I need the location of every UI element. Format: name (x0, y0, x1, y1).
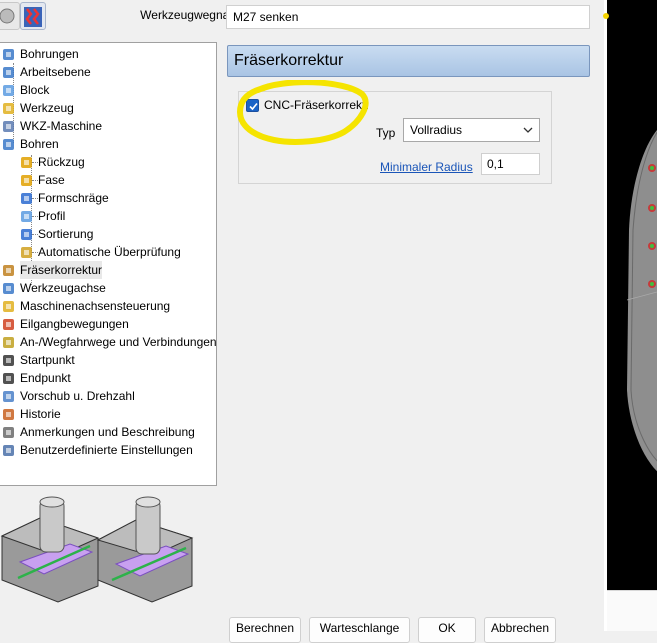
viewport-status-area (607, 590, 657, 631)
type-select[interactable]: Vollradius (403, 118, 540, 142)
rapid-moves-icon (1, 317, 16, 332)
chevron-down-icon (523, 127, 533, 133)
tree-item-label: Fase (38, 173, 65, 187)
tree-item-label: Bohren (20, 137, 59, 151)
tree-item-label: Historie (20, 407, 61, 421)
queue-button[interactable]: Warteschlange (309, 617, 410, 643)
history-icon (1, 407, 16, 422)
tree-item-label: Sortierung (38, 227, 94, 241)
tree-item-label: Arbeitsebene (20, 65, 91, 79)
calculate-button[interactable]: Berechnen (229, 617, 301, 643)
tree-item-label: Werkzeugachse (20, 281, 106, 295)
tree-item-label: An-/Wegfahrwege und Verbindungen (20, 335, 217, 349)
tool-center-illustration (0, 496, 100, 603)
machine-axis-control-icon (1, 299, 16, 314)
section-header: Fräserkorrektur (227, 45, 590, 77)
tree-item-label: WKZ-Maschine (20, 119, 103, 133)
type-select-value: Vollradius (410, 123, 463, 137)
type-label: Typ (376, 126, 396, 140)
origin-marker (603, 13, 609, 19)
edit-toolpath-icon[interactable] (20, 2, 46, 30)
drill-holes-icon (1, 47, 16, 62)
tree-item-label: Formschräge (38, 191, 109, 205)
tree-item-label: Maschinenachsensteuerung (20, 299, 171, 313)
leads-links-icon (1, 335, 16, 350)
tool-machine-icon (1, 119, 16, 134)
graphics-viewport[interactable] (607, 0, 657, 590)
min-radius-input[interactable] (481, 153, 540, 175)
tree-item-label: Startpunkt (20, 353, 75, 367)
tool-axis-icon (1, 281, 16, 296)
highlight-annotation (236, 80, 369, 145)
user-settings-icon (1, 443, 16, 458)
toolpath-name-input[interactable] (226, 5, 590, 29)
work-plane-icon (1, 65, 16, 80)
start-point-icon (1, 353, 16, 368)
end-point-icon (1, 371, 16, 386)
tree-item-label: Fräserkorrektur (20, 261, 103, 279)
min-radius-link[interactable]: Minimaler Radius (380, 160, 473, 174)
tree-item-label: Profil (38, 209, 66, 223)
tool-contact-illustration (96, 496, 194, 603)
tree-item-label: Rückzug (38, 155, 85, 169)
toolpath-icon[interactable] (0, 2, 20, 30)
notes-icon (1, 425, 16, 440)
tree-item-label: Eilgangbewegungen (20, 317, 129, 331)
tree-item-label: Anmerkungen und Beschreibung (20, 425, 195, 439)
tree-item-label: Benutzerdefinierte Einstellungen (20, 443, 193, 457)
settings-tree: Bohrungen Arbeitsebene Block Werkzeug WKZ-Ma… (0, 42, 217, 486)
tree-item-label: Endpunkt (20, 371, 71, 385)
tree-item-label: Vorschub u. Drehzahl (20, 389, 135, 403)
cutter-compensation-illustration (0, 496, 194, 603)
tool-icon (1, 101, 16, 116)
feeds-speeds-icon (1, 389, 16, 404)
drilling-icon (1, 137, 16, 152)
tree-item-label: Automatische Überprüfung (38, 245, 181, 259)
cancel-button[interactable]: Abbrechen (484, 617, 556, 643)
tree-item-label: Bohrungen (20, 47, 79, 61)
block-icon (1, 83, 16, 98)
tree-item-label: Block (20, 83, 50, 97)
cutter-compensation-icon (1, 263, 16, 278)
ok-button[interactable]: OK (418, 617, 476, 643)
tree-item-label: Werkzeug (20, 101, 74, 115)
